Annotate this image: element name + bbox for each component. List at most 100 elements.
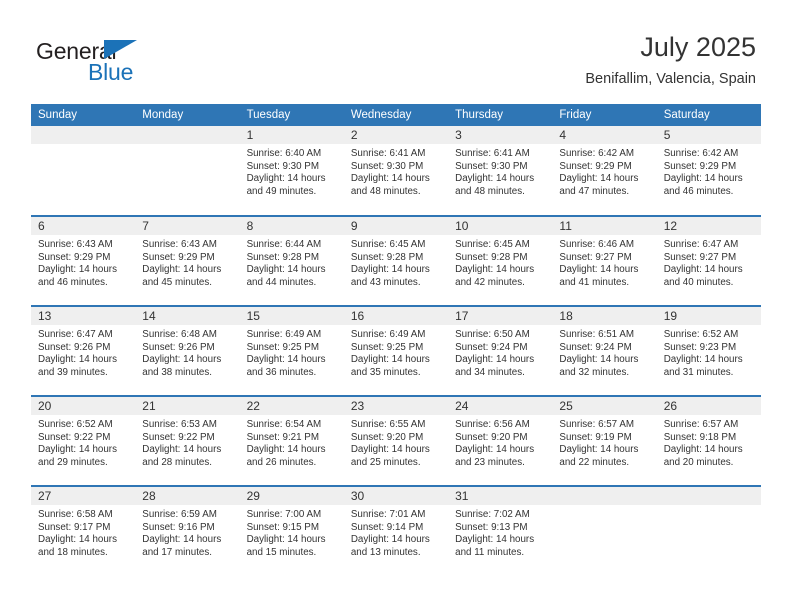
day-number: 21 [135,397,240,415]
calendar-day-cell[interactable]: 6 Sunrise: 6:43 AM Sunset: 9:29 PM Daylight… [31,216,136,307]
weekday-header-monday: Monday [135,104,240,126]
calendar-week-row: 1 Sunrise: 6:40 AM Sunset: 9:30 PM Daylight… [31,126,761,217]
calendar-day-cell[interactable]: 12 Sunrise: 6:47 AM Sunset: 9:27 PM Dayligh… [656,216,761,307]
title-block: July 2025 Benifallim, Valencia, Spain [585,30,756,90]
calendar-day-cell[interactable]: 16 Sunrise: 6:49 AM Sunset: 9:25 PM Dayligh… [343,306,449,397]
daylight-text-line1: Daylight: 14 hours [246,264,326,276]
daylight-text-line1: Daylight: 14 hours [350,173,430,185]
sunrise-text: Sunrise: 6:41 AM [455,148,530,159]
daylight-text-line1: Daylight: 14 hours [246,354,326,366]
calendar-day-cell[interactable]: 30 Sunrise: 7:01 AM Sunset: 9:14 PM Dayligh… [343,486,449,576]
day-details: Sunrise: 6:48 AM Sunset: 9:26 PM Daylight:… [135,325,239,379]
calendar-day-cell[interactable]: 13 Sunrise: 6:47 AM Sunset: 9:26 PM Dayligh… [31,306,136,397]
calendar-day-cell[interactable]: 8 Sunrise: 6:44 AM Sunset: 9:28 PM Daylight… [239,216,344,307]
day-details: Sunrise: 6:45 AM Sunset: 9:28 PM Daylight:… [344,235,448,289]
daylight-text-line1: Daylight: 14 hours [142,444,222,456]
daylight-text-line1: Daylight: 14 hours [350,444,430,456]
calendar-day-cell[interactable]: 31 Sunrise: 7:02 AM Sunset: 9:13 PM Dayligh… [448,486,553,576]
daylight-text-line2: and 34 minutes. [455,366,525,378]
daylight-text-line2: and 39 minutes. [38,366,108,378]
day-number: 30 [343,487,449,505]
day-details: Sunrise: 6:50 AM Sunset: 9:24 PM Daylight:… [448,325,552,379]
sunrise-text: Sunrise: 7:01 AM [350,509,426,520]
day-details: Sunrise: 6:56 AM Sunset: 9:20 PM Daylight:… [448,415,552,469]
daylight-text-line1: Daylight: 14 hours [663,173,743,185]
daylight-text-line1: Daylight: 14 hours [38,534,117,546]
sunset-text: Sunset: 9:28 PM [246,251,319,263]
calendar-day-cell[interactable]: 21 Sunrise: 6:53 AM Sunset: 9:22 PM Dayligh… [135,396,240,487]
page-title: July 2025 [640,32,756,62]
day-details: Sunrise: 6:41 AM Sunset: 9:30 PM Daylight:… [344,144,448,198]
daylight-text-line2: and 47 minutes. [559,185,630,197]
sunset-text: Sunset: 9:23 PM [663,341,737,353]
day-number: 13 [31,307,136,325]
sunset-text: Sunset: 9:29 PM [559,160,632,172]
daylight-text-line1: Daylight: 14 hours [663,444,743,456]
weekday-header-sunday: Sunday [31,104,136,126]
sunrise-text: Sunrise: 6:42 AM [559,148,635,159]
calendar-table: Sunday Monday Tuesday Wednesday Thursday… [31,104,761,576]
sunrise-text: Sunrise: 6:52 AM [663,329,739,340]
day-details: Sunrise: 6:45 AM Sunset: 9:28 PM Daylight:… [448,235,552,289]
day-details: Sunrise: 7:01 AM Sunset: 9:14 PM Daylight:… [344,505,448,559]
day-number-band [552,487,657,505]
sunrise-text: Sunrise: 6:57 AM [663,419,739,430]
calendar-day-cell[interactable]: 1 Sunrise: 6:40 AM Sunset: 9:30 PM Daylight… [239,126,344,217]
sunrise-text: Sunrise: 6:57 AM [559,419,635,430]
sunrise-text: Sunrise: 6:44 AM [246,239,322,250]
calendar-day-cell[interactable]: 18 Sunrise: 6:51 AM Sunset: 9:24 PM Dayligh… [552,306,657,397]
day-number: 26 [656,397,761,415]
daylight-text-line2: and 20 minutes. [663,456,734,468]
calendar-day-cell[interactable]: 10 Sunrise: 6:45 AM Sunset: 9:28 PM Dayligh… [448,216,553,307]
daylight-text-line1: Daylight: 14 hours [38,444,117,456]
day-number: 3 [448,126,553,144]
calendar-day-cell[interactable]: 15 Sunrise: 6:49 AM Sunset: 9:25 PM Dayligh… [239,306,344,397]
calendar-day-cell[interactable]: 23 Sunrise: 6:55 AM Sunset: 9:20 PM Dayligh… [343,396,449,487]
daylight-text-line2: and 35 minutes. [350,366,421,378]
sunset-text: Sunset: 9:30 PM [455,160,528,172]
logo-word-blue: Blue [88,59,134,85]
daylight-text-line2: and 29 minutes. [38,456,108,468]
calendar-day-cell[interactable]: 25 Sunrise: 6:57 AM Sunset: 9:19 PM Dayligh… [552,396,657,487]
daylight-text-line2: and 43 minutes. [350,276,421,288]
sunset-text: Sunset: 9:30 PM [246,160,319,172]
day-details: Sunrise: 6:55 AM Sunset: 9:20 PM Daylight:… [344,415,448,469]
calendar-day-cell[interactable]: 4 Sunrise: 6:42 AM Sunset: 9:29 PM Daylight… [552,126,657,217]
calendar-day-cell[interactable]: 2 Sunrise: 6:41 AM Sunset: 9:30 PM Daylight… [343,126,449,217]
day-details: Sunrise: 6:43 AM Sunset: 9:29 PM Daylight:… [135,235,239,289]
day-details: Sunrise: 6:57 AM Sunset: 9:18 PM Daylight:… [657,415,761,469]
calendar-day-cell[interactable]: 9 Sunrise: 6:45 AM Sunset: 9:28 PM Daylight… [343,216,449,307]
weekday-header-friday: Friday [552,104,657,126]
day-number: 5 [656,126,761,144]
calendar-day-cell[interactable]: 22 Sunrise: 6:54 AM Sunset: 9:21 PM Dayligh… [239,396,344,487]
daylight-text-line2: and 13 minutes. [350,546,421,558]
calendar-day-cell[interactable]: 28 Sunrise: 6:59 AM Sunset: 9:16 PM Dayligh… [135,486,240,576]
calendar-day-cell[interactable]: 14 Sunrise: 6:48 AM Sunset: 9:26 PM Dayligh… [135,306,240,397]
calendar-day-cell[interactable]: 29 Sunrise: 7:00 AM Sunset: 9:15 PM Dayligh… [239,486,344,576]
sunset-text: Sunset: 9:29 PM [142,251,215,263]
sunrise-text: Sunrise: 6:46 AM [559,239,635,250]
sunrise-text: Sunrise: 6:58 AM [38,509,113,520]
calendar-day-cell[interactable]: 5 Sunrise: 6:42 AM Sunset: 9:29 PM Daylight… [656,126,761,217]
sunset-text: Sunset: 9:28 PM [455,251,528,263]
calendar-day-cell[interactable]: 19 Sunrise: 6:52 AM Sunset: 9:23 PM Dayligh… [656,306,761,397]
calendar-day-cell[interactable]: 11 Sunrise: 6:46 AM Sunset: 9:27 PM Dayligh… [552,216,657,307]
daylight-text-line1: Daylight: 14 hours [455,173,535,185]
calendar-day-cell[interactable]: 27 Sunrise: 6:58 AM Sunset: 9:17 PM Dayligh… [31,486,136,576]
sunset-text: Sunset: 9:19 PM [559,431,632,443]
sunrise-text: Sunrise: 6:50 AM [455,329,530,340]
daylight-text-line2: and 45 minutes. [142,276,212,288]
daylight-text-line2: and 44 minutes. [246,276,317,288]
calendar-day-cell[interactable]: 26 Sunrise: 6:57 AM Sunset: 9:18 PM Dayligh… [656,396,761,487]
calendar-day-cell[interactable]: 17 Sunrise: 6:50 AM Sunset: 9:24 PM Dayligh… [448,306,553,397]
calendar-day-cell[interactable]: 7 Sunrise: 6:43 AM Sunset: 9:29 PM Daylight… [135,216,240,307]
daylight-text-line1: Daylight: 14 hours [38,354,117,366]
day-details: Sunrise: 6:40 AM Sunset: 9:30 PM Daylight:… [240,144,344,198]
sunset-text: Sunset: 9:14 PM [350,521,424,533]
calendar-day-cell[interactable]: 20 Sunrise: 6:52 AM Sunset: 9:22 PM Dayligh… [31,396,136,487]
sunrise-text: Sunrise: 6:49 AM [350,329,426,340]
calendar-day-cell[interactable]: 3 Sunrise: 6:41 AM Sunset: 9:30 PM Daylight… [448,126,553,217]
calendar-day-cell[interactable]: 24 Sunrise: 6:56 AM Sunset: 9:20 PM Dayligh… [448,396,553,487]
sunrise-text: Sunrise: 7:00 AM [246,509,322,520]
day-number: 7 [135,217,240,235]
